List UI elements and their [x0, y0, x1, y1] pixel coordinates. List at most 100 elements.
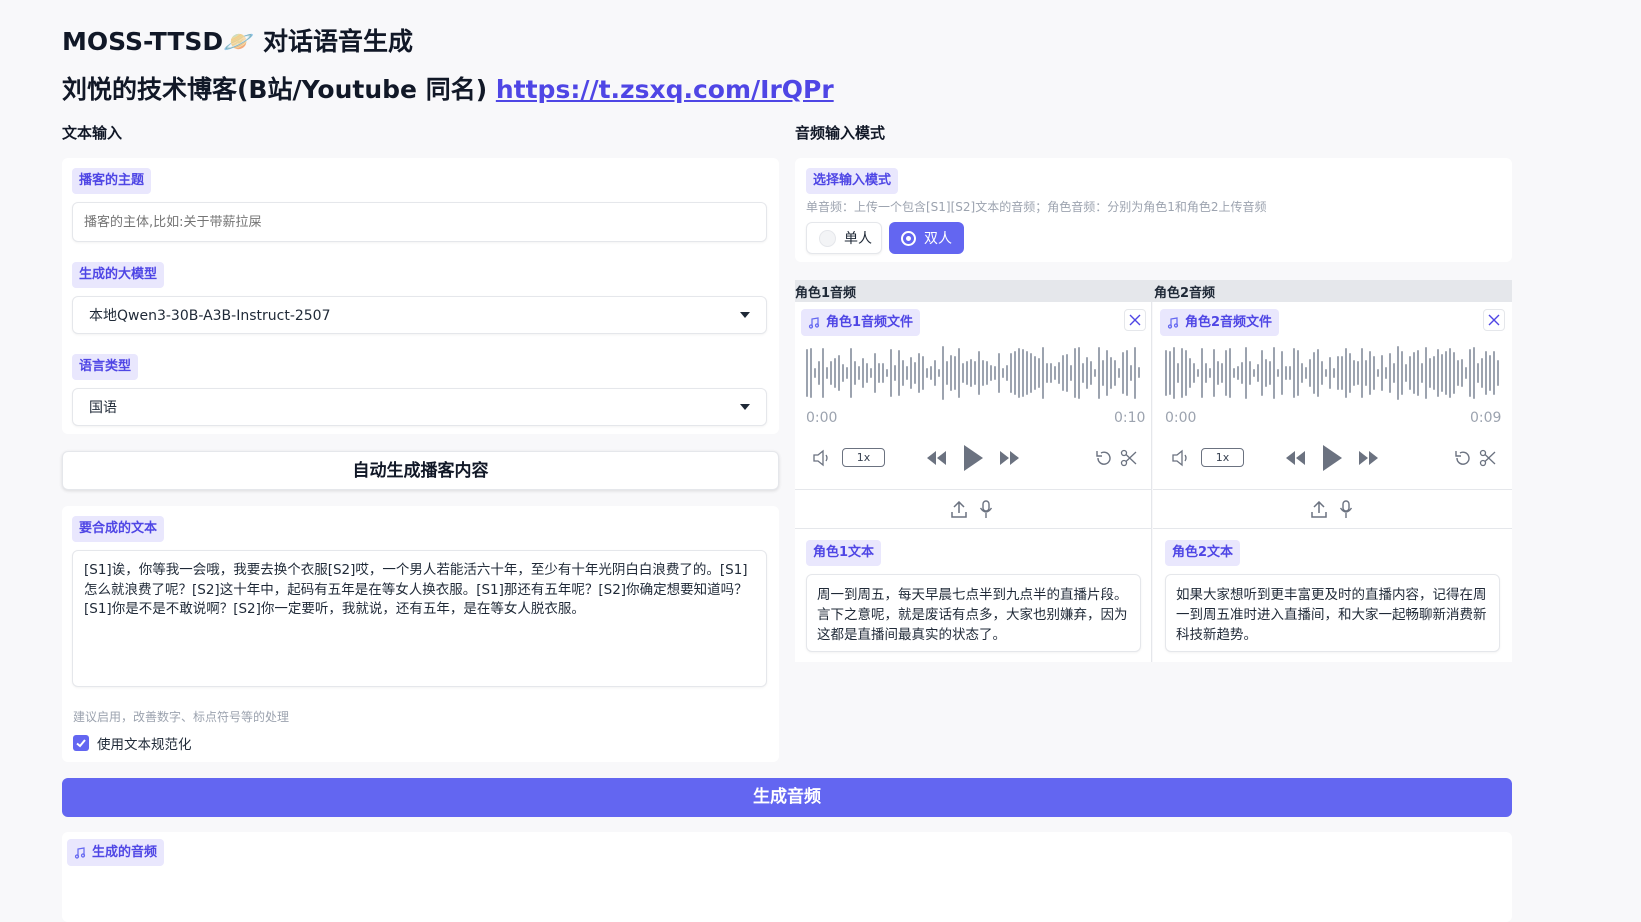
- waveform-bar: [1493, 351, 1495, 395]
- role1-speed-button[interactable]: 1x: [842, 448, 885, 467]
- role2-divider-2: [1153, 528, 1512, 529]
- scissors-icon[interactable]: [1120, 449, 1138, 467]
- role1-divider-2: [795, 528, 1152, 529]
- volume-icon[interactable]: [812, 449, 832, 467]
- waveform-bar: [978, 351, 980, 395]
- mode-option-single[interactable]: 单人: [806, 222, 882, 254]
- waveform-bar: [1257, 364, 1259, 382]
- waveform-bar: [1193, 362, 1195, 384]
- waveform-bar: [1102, 360, 1104, 386]
- waveform-bar: [1014, 350, 1016, 396]
- waveform-bar: [1481, 357, 1483, 389]
- fast-forward-icon[interactable]: [1357, 450, 1381, 466]
- role1-clear-button[interactable]: [1124, 309, 1146, 331]
- scissors-icon[interactable]: [1479, 449, 1497, 467]
- role2-speed-button[interactable]: 1x: [1201, 448, 1244, 467]
- waveform-bar: [1353, 359, 1355, 387]
- rewind-icon[interactable]: [1283, 450, 1307, 466]
- waveform-bar: [842, 364, 844, 382]
- waveform-bar: [1042, 346, 1044, 400]
- mode-option-dual-label: 双人: [924, 231, 952, 247]
- waveform-bar: [1237, 365, 1239, 381]
- output-label: 生成的音频: [67, 839, 165, 866]
- waveform-bar: [1485, 350, 1487, 396]
- waveform-bar: [986, 360, 988, 386]
- language-label: 语言类型: [72, 354, 139, 380]
- waveform-bar: [1453, 352, 1455, 394]
- role2-waveform[interactable]: [1165, 346, 1500, 400]
- waveform-bar: [1010, 352, 1012, 394]
- waveform-bar: [858, 365, 860, 381]
- waveform-bar: [838, 355, 840, 391]
- waveform-bar: [902, 359, 904, 387]
- waveform-bar: [834, 357, 836, 388]
- role2-textarea[interactable]: 如果大家想听到更丰富更及时的直播内容，记得在周一到周五准时进入直播间，和大家一起…: [1165, 574, 1500, 652]
- normalization-checkbox[interactable]: [73, 735, 89, 751]
- waveform-bar: [1066, 353, 1068, 393]
- waveform-bar: [1289, 365, 1291, 381]
- topic-input[interactable]: [72, 202, 767, 242]
- role2-clear-button[interactable]: [1483, 309, 1505, 331]
- waveform-bar: [1333, 368, 1335, 378]
- blog-link[interactable]: https://t.zsxq.com/IrQPr: [496, 75, 834, 104]
- play-icon[interactable]: [961, 444, 985, 472]
- language-select[interactable]: 国语: [72, 388, 767, 426]
- role2-time-end: 0:09: [1470, 410, 1502, 426]
- waveform-bar: [1321, 360, 1323, 386]
- auto-generate-button[interactable]: 自动生成播客内容: [62, 451, 779, 490]
- close-icon: [1129, 314, 1141, 326]
- waveform-bar: [966, 360, 968, 386]
- waveform-bar: [1225, 350, 1227, 396]
- waveform-bar: [1473, 347, 1475, 399]
- upload-icon[interactable]: [951, 501, 967, 518]
- waveform-bar: [1062, 354, 1064, 392]
- volume-icon[interactable]: [1171, 449, 1191, 467]
- role1-controls: 1x: [806, 442, 1141, 474]
- role1-waveform[interactable]: [806, 346, 1141, 400]
- play-icon[interactable]: [1320, 444, 1344, 472]
- model-select[interactable]: 本地Qwen3-30B-A3B-Instruct-2507: [72, 296, 767, 334]
- microphone-icon[interactable]: [979, 500, 993, 519]
- undo-icon[interactable]: [1453, 449, 1473, 467]
- waveform-bar: [1269, 361, 1271, 385]
- generate-audio-button[interactable]: 生成音频: [62, 778, 1512, 817]
- waveform-bar: [1070, 364, 1072, 382]
- waveform-bar: [950, 354, 952, 392]
- upload-icon[interactable]: [1311, 501, 1327, 518]
- waveform-bar: [1401, 350, 1403, 396]
- waveform-bar: [874, 352, 876, 394]
- waveform-bar: [1301, 363, 1303, 383]
- waveform-bar: [1217, 361, 1219, 385]
- undo-icon[interactable]: [1094, 449, 1114, 467]
- waveform-bar: [1373, 355, 1375, 390]
- waveform-bar: [1497, 359, 1499, 387]
- mode-option-dual[interactable]: 双人: [889, 222, 964, 254]
- waveform-bar: [1034, 355, 1036, 391]
- waveform-bar: [1465, 366, 1467, 380]
- topic-label: 播客的主题: [72, 168, 152, 194]
- waveform-bar: [1385, 366, 1387, 380]
- waveform-bar: [974, 360, 976, 386]
- waveform-bar: [926, 367, 928, 379]
- waveform-bar: [1002, 368, 1004, 378]
- synth-text-label: 要合成的文本: [72, 516, 165, 542]
- output-panel: [62, 832, 1512, 922]
- music-icon: [74, 846, 86, 859]
- waveform-bar: [1201, 348, 1203, 398]
- waveform-bar: [994, 365, 996, 381]
- normalization-checkbox-row[interactable]: 使用文本规范化: [73, 733, 192, 753]
- music-icon: [808, 316, 820, 329]
- waveform-bar: [806, 348, 808, 398]
- role1-textarea[interactable]: 周一到周五，每天早晨七点半到九点半的直播片段。言下之意呢，就是废话有点多，大家也…: [806, 574, 1141, 652]
- waveform-bar: [1074, 348, 1076, 398]
- waveform-bar: [1417, 350, 1419, 396]
- microphone-icon[interactable]: [1339, 500, 1353, 519]
- synth-textarea[interactable]: [S1]诶，你等我一会哦，我要去换个衣服[S2]哎，一个男人若能活六十年，至少有…: [72, 550, 767, 687]
- rewind-icon[interactable]: [924, 450, 948, 466]
- waveform-bar: [1389, 353, 1391, 393]
- waveform-bar: [1461, 358, 1463, 388]
- fast-forward-icon[interactable]: [998, 450, 1022, 466]
- waveform-bar: [930, 365, 932, 381]
- waveform-bar: [1086, 357, 1088, 389]
- role2-file-label: 角色2音频文件: [1160, 309, 1280, 336]
